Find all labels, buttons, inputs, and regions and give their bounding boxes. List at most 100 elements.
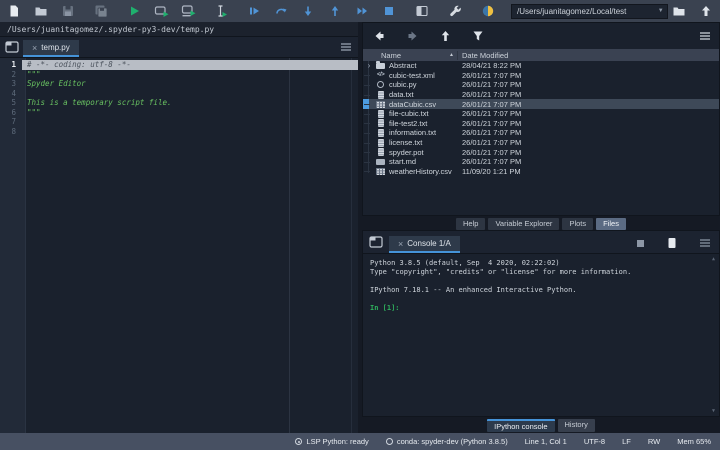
- continue-button[interactable]: [354, 3, 370, 19]
- status-item[interactable]: Line 1, Col 1: [525, 437, 567, 446]
- code-editor[interactable]: 1 # -*- coding: utf-8 -*- 2 """ 3 Spyder…: [0, 57, 358, 433]
- step-return-icon: [331, 6, 339, 16]
- code-text: # -*- coding: utf-8 -*-: [22, 60, 358, 70]
- console-output[interactable]: Python 3.8.5 (default, Sep 4 2020, 02:22…: [363, 253, 719, 416]
- inspect-object-icon[interactable]: [667, 237, 677, 249]
- expand-arrow-icon[interactable]: ›: [363, 61, 375, 70]
- file-row[interactable]: file-test2.txt 26/01/21 7:07 PM: [363, 119, 719, 129]
- file-icon-slot: [375, 72, 386, 78]
- file-date: 26/01/21 7:07 PM: [462, 128, 522, 138]
- markdown-file-icon: [376, 158, 385, 165]
- status-item-label: conda: spyder-dev (Python 3.8.5): [396, 437, 508, 446]
- back-icon[interactable]: [373, 30, 386, 42]
- console-pane-tab[interactable]: IPython console: [487, 419, 555, 432]
- files-options-icon[interactable]: [699, 31, 711, 41]
- open-file-button[interactable]: [33, 3, 49, 19]
- run-icon: [131, 6, 139, 16]
- pane-tab[interactable]: Files: [596, 218, 626, 230]
- pane-tab-label: Plots: [569, 219, 587, 228]
- sort-ascending-icon: ▲: [449, 52, 454, 58]
- line-number: 6: [11, 107, 16, 117]
- console-tabbar: × Console 1/A: [363, 231, 719, 253]
- name-column-header[interactable]: Name ▲: [363, 50, 458, 60]
- filter-icon[interactable]: [472, 30, 484, 42]
- file-row[interactable]: cubic-test.xml 26/01/21 7:07 PM: [363, 71, 719, 81]
- run-cell-button[interactable]: [153, 3, 169, 19]
- status-item[interactable]: LSP Python: ready: [295, 437, 369, 446]
- csv-file-icon: [376, 100, 385, 108]
- close-console-icon[interactable]: ×: [398, 239, 403, 248]
- file-row[interactable]: › Abstract 28/04/21 8:22 PM: [363, 60, 719, 71]
- stop-button[interactable]: [381, 3, 397, 19]
- file-row[interactable]: data.txt 26/01/21 7:07 PM: [363, 90, 719, 100]
- save-button[interactable]: [60, 3, 76, 19]
- python-path-button[interactable]: [480, 3, 496, 19]
- date-column-header[interactable]: Date Modified: [458, 51, 508, 60]
- file-row[interactable]: file-cubic.txt 26/01/21 7:07 PM: [363, 109, 719, 119]
- pane-tab[interactable]: Variable Explorer: [488, 218, 560, 230]
- python-path-icon: [482, 5, 494, 17]
- file-row[interactable]: license.txt 26/01/21 7:07 PM: [363, 138, 719, 148]
- run-cell-advance-button[interactable]: [180, 3, 196, 19]
- file-name: cubic.py: [389, 80, 417, 90]
- forward-icon[interactable]: [406, 30, 419, 42]
- stop-icon: [385, 7, 393, 15]
- editor-breadcrumb: /Users/juanitagomez/.spyder-py3-dev/temp…: [0, 22, 358, 37]
- browse-tabs-icon[interactable]: [5, 41, 19, 53]
- console-scrollbar[interactable]: ▲ ▼: [709, 255, 718, 415]
- status-item[interactable]: conda: spyder-dev (Python 3.8.5): [385, 437, 508, 446]
- file-row[interactable]: start.md 26/01/21 7:07 PM: [363, 157, 719, 167]
- lsp-icon: [295, 438, 303, 445]
- browse-directory-button[interactable]: [671, 3, 687, 19]
- file-row[interactable]: weatherHistory.csv 11/09/20 1:21 PM: [363, 167, 719, 177]
- line-number: 3: [11, 79, 16, 88]
- file-row[interactable]: information.txt 26/01/21 7:07 PM: [363, 128, 719, 138]
- maximize-pane-button[interactable]: [414, 3, 430, 19]
- parent-directory-button[interactable]: [698, 3, 714, 19]
- step-return-button[interactable]: [327, 3, 343, 19]
- debug-button[interactable]: [246, 3, 262, 19]
- status-item[interactable]: RW: [648, 437, 660, 446]
- run-selection-button[interactable]: [213, 3, 229, 19]
- console-pane-tab[interactable]: History: [557, 419, 595, 432]
- run-button[interactable]: [126, 3, 142, 19]
- open-file-icon: [35, 7, 47, 16]
- file-icon-slot: [375, 90, 386, 99]
- editor-options-icon[interactable]: [340, 42, 352, 52]
- console-options-icon[interactable]: [699, 238, 711, 248]
- file-row[interactable]: cubic.py 26/01/21 7:07 PM: [363, 80, 719, 90]
- status-item[interactable]: UTF-8: [584, 437, 605, 446]
- parent-folder-icon[interactable]: [439, 30, 452, 42]
- status-item-label: LSP Python: ready: [306, 437, 369, 446]
- file-name: information.txt: [389, 128, 437, 138]
- file-row[interactable]: spyder.pot 26/01/21 7:07 PM: [363, 147, 719, 157]
- console-tab[interactable]: × Console 1/A: [389, 236, 460, 253]
- conda-icon: [385, 438, 393, 445]
- preferences-button[interactable]: [447, 3, 463, 19]
- working-directory-dropdown-icon[interactable]: ▼: [658, 8, 665, 14]
- save-all-button[interactable]: [93, 3, 109, 19]
- file-list: › Abstract 28/04/21 8:22 PM cubic-test.x…: [363, 60, 719, 215]
- step-into-button[interactable]: [300, 3, 316, 19]
- working-directory-input[interactable]: [511, 3, 668, 19]
- file-row[interactable]: dataCubic.csv 26/01/21 7:07 PM: [363, 99, 719, 109]
- files-explorer-pane: Name ▲ Date Modified › Abstract 28/04/21…: [362, 22, 720, 216]
- scroll-up-icon[interactable]: ▲: [712, 256, 715, 262]
- browse-console-tabs-icon[interactable]: [369, 236, 383, 248]
- close-tab-icon[interactable]: ×: [32, 43, 37, 52]
- pane-tab[interactable]: Plots: [562, 218, 594, 230]
- pane-tab[interactable]: Help: [456, 218, 486, 230]
- new-file-button[interactable]: [6, 3, 22, 19]
- console-pane: × Console 1/A Python 3.8.5 (default, Sep…: [362, 230, 720, 417]
- editor-tab-temp-py[interactable]: × temp.py: [23, 40, 79, 57]
- code-line: 6 """: [0, 108, 358, 118]
- scroll-down-icon[interactable]: ▼: [712, 408, 715, 414]
- interrupt-kernel-icon[interactable]: [636, 239, 645, 248]
- line-number: 8: [11, 126, 16, 136]
- step-over-button[interactable]: [273, 3, 289, 19]
- status-item[interactable]: LF: [622, 437, 631, 446]
- file-icon-slot: [375, 81, 386, 89]
- status-item[interactable]: Mem 65%: [677, 437, 711, 446]
- line-number: 4: [11, 88, 16, 98]
